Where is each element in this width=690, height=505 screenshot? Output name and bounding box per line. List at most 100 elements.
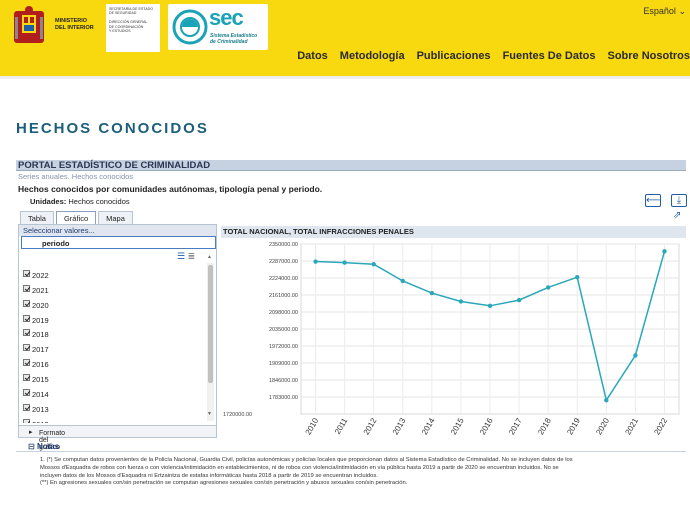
x-tick-label: 2017 [507, 416, 524, 436]
x-tick-label: 2011 [333, 416, 350, 436]
notes-toggle[interactable]: ⊟ Notas [28, 442, 59, 451]
year-option[interactable]: 2020 [23, 295, 203, 310]
year-option[interactable]: 2012 [23, 414, 203, 423]
checkbox-checked[interactable] [23, 284, 30, 292]
y-tick-label: 1909000.00 [269, 361, 298, 367]
year-option[interactable]: 2014 [23, 384, 203, 399]
checkbox-checked[interactable] [23, 269, 30, 277]
scroll-up-icon[interactable]: ▲ [207, 254, 212, 260]
nav-publicaciones[interactable]: Publicaciones [417, 50, 491, 62]
portal-title-bar: PORTAL ESTADÍSTICO DE CRIMINALIDAD [16, 160, 686, 171]
x-tick-label: 2010 [304, 416, 321, 436]
checkbox-checked[interactable] [23, 299, 30, 307]
list-view-icon[interactable]: ≣ [188, 251, 196, 261]
x-tick-label: 2020 [594, 416, 611, 436]
x-tick-label: 2012 [362, 416, 379, 436]
year-option[interactable]: 2022 [23, 265, 203, 280]
data-point [313, 259, 318, 264]
nav-sobre-nosotros[interactable]: Sobre Nosotros [607, 50, 690, 62]
year-option[interactable]: 2019 [23, 310, 203, 325]
data-point [400, 278, 405, 284]
list-tools: ☰ ≣ [177, 251, 195, 262]
tab-tabla[interactable]: Tabla [20, 211, 54, 225]
chart-format-toggle[interactable]: ▸ Formato del gráfico [19, 425, 216, 451]
data-point [429, 290, 435, 296]
data-point [371, 262, 376, 267]
nav-datos[interactable]: Datos [297, 50, 328, 62]
checkbox-checked[interactable] [23, 344, 30, 352]
checkbox-checked[interactable] [23, 418, 30, 423]
secretaria-logo[interactable]: SECRETARÍA DE ESTADO DE SEGURIDAD DIRECC… [106, 4, 160, 52]
selector-header[interactable]: Seleccionar valores... [19, 225, 216, 236]
value-selector-panel: Seleccionar valores... periodo ☰ ≣ 2022 … [18, 224, 217, 451]
collapse-icon: ⊟ [28, 442, 35, 451]
x-tick-label: 2013 [391, 416, 408, 436]
chart-panel: TOTAL NACIONAL, TOTAL INFRACCIONES PENAL… [221, 226, 686, 438]
y-tick-label: 2224000.00 [269, 276, 298, 282]
dimension-periodo[interactable]: periodo [21, 236, 216, 249]
y-tick-label: 1972000.00 [269, 344, 298, 350]
ministry-name: MINISTERIO DEL INTERIOR [55, 18, 94, 31]
y-tick-label: 1846000.00 [269, 378, 298, 384]
y-tick-label: 2350000.00 [269, 242, 298, 248]
year-option[interactable]: 2018 [23, 325, 203, 339]
sec-logo-subtitle: Sistema Estadístico de Criminalidad [210, 33, 258, 45]
scrollbar-thumb[interactable] [208, 265, 213, 383]
notes-divider [16, 451, 686, 452]
series-label: Series anuales. Hechos conocidos [18, 172, 134, 181]
data-point [545, 285, 551, 290]
year-option[interactable]: 2013 [23, 399, 203, 414]
year-list: 2022 2021 2020 2019 2018 2017 2016 2015 … [23, 265, 203, 423]
data-point [487, 303, 493, 308]
view-tabs: Tabla Gráfico Mapa [20, 211, 135, 225]
year-option[interactable]: 2016 [23, 354, 203, 369]
sec-logo[interactable]: sec Sistema Estadístico de Criminalidad [168, 4, 268, 50]
checkbox-checked[interactable] [23, 389, 30, 397]
back-arrow-icon[interactable]: ⟵ [645, 194, 661, 207]
site-header: MINISTERIO DEL INTERIOR SECRETARÍA DE ES… [0, 0, 690, 76]
data-point [633, 353, 638, 358]
external-link-icon[interactable]: ⇗ [673, 210, 681, 221]
data-point [342, 260, 347, 265]
year-option[interactable]: 2017 [23, 339, 203, 354]
checkbox-checked[interactable] [23, 314, 30, 322]
data-point [458, 299, 464, 304]
data-point [516, 297, 522, 303]
tab-mapa[interactable]: Mapa [98, 211, 133, 225]
language-selector[interactable]: Español ⌄ [643, 6, 686, 17]
x-tick-label: 2022 [653, 416, 670, 436]
data-point [575, 274, 580, 280]
sec-logo-text: sec [209, 5, 244, 30]
data-point [662, 249, 667, 254]
nav-fuentes-de-datos[interactable]: Fuentes De Datos [503, 50, 596, 62]
x-tick-label: 2021 [623, 416, 640, 436]
y-tick-label: 2098000.00 [269, 310, 298, 316]
notes-text: 1. (*) Se computan datos provenientes de… [40, 457, 573, 487]
year-option[interactable]: 2021 [23, 280, 203, 295]
sec-circle-icon [172, 9, 208, 45]
y-tick-label: 1720000.00 [223, 412, 252, 418]
x-tick-label: 2016 [478, 416, 495, 436]
y-tick-label: 2035000.00 [269, 327, 298, 333]
y-tick-label: 2161000.00 [269, 293, 298, 299]
checkbox-checked[interactable] [23, 374, 30, 382]
x-tick-label: 2015 [449, 416, 466, 436]
chevron-down-icon: ⌄ [678, 6, 686, 16]
checkbox-checked[interactable] [23, 329, 30, 337]
y-tick-label: 1783000.00 [269, 395, 298, 401]
checkbox-checked[interactable] [23, 359, 30, 367]
line-chart: 2350000.00 2287000.00 2224000.00 2161000.00… [223, 242, 680, 436]
select-all-icon[interactable]: ☰ [177, 251, 185, 261]
header-divider [0, 76, 690, 79]
x-tick-label: 2014 [420, 416, 437, 436]
x-tick-label: 2019 [565, 416, 582, 436]
main-nav: Datos Metodología Publicaciones Fuentes … [297, 50, 690, 62]
table-subtitle: Hechos conocidos por comunidades autónom… [18, 184, 323, 194]
download-icon[interactable]: ⤓ [671, 194, 687, 207]
nav-metodologia[interactable]: Metodología [340, 50, 405, 62]
checkbox-checked[interactable] [23, 403, 30, 411]
tab-grafico[interactable]: Gráfico [55, 211, 97, 225]
units-label: Unidades: Hechos conocidos [30, 197, 130, 206]
scroll-down-icon[interactable]: ▼ [207, 411, 212, 417]
year-option[interactable]: 2015 [23, 369, 203, 384]
